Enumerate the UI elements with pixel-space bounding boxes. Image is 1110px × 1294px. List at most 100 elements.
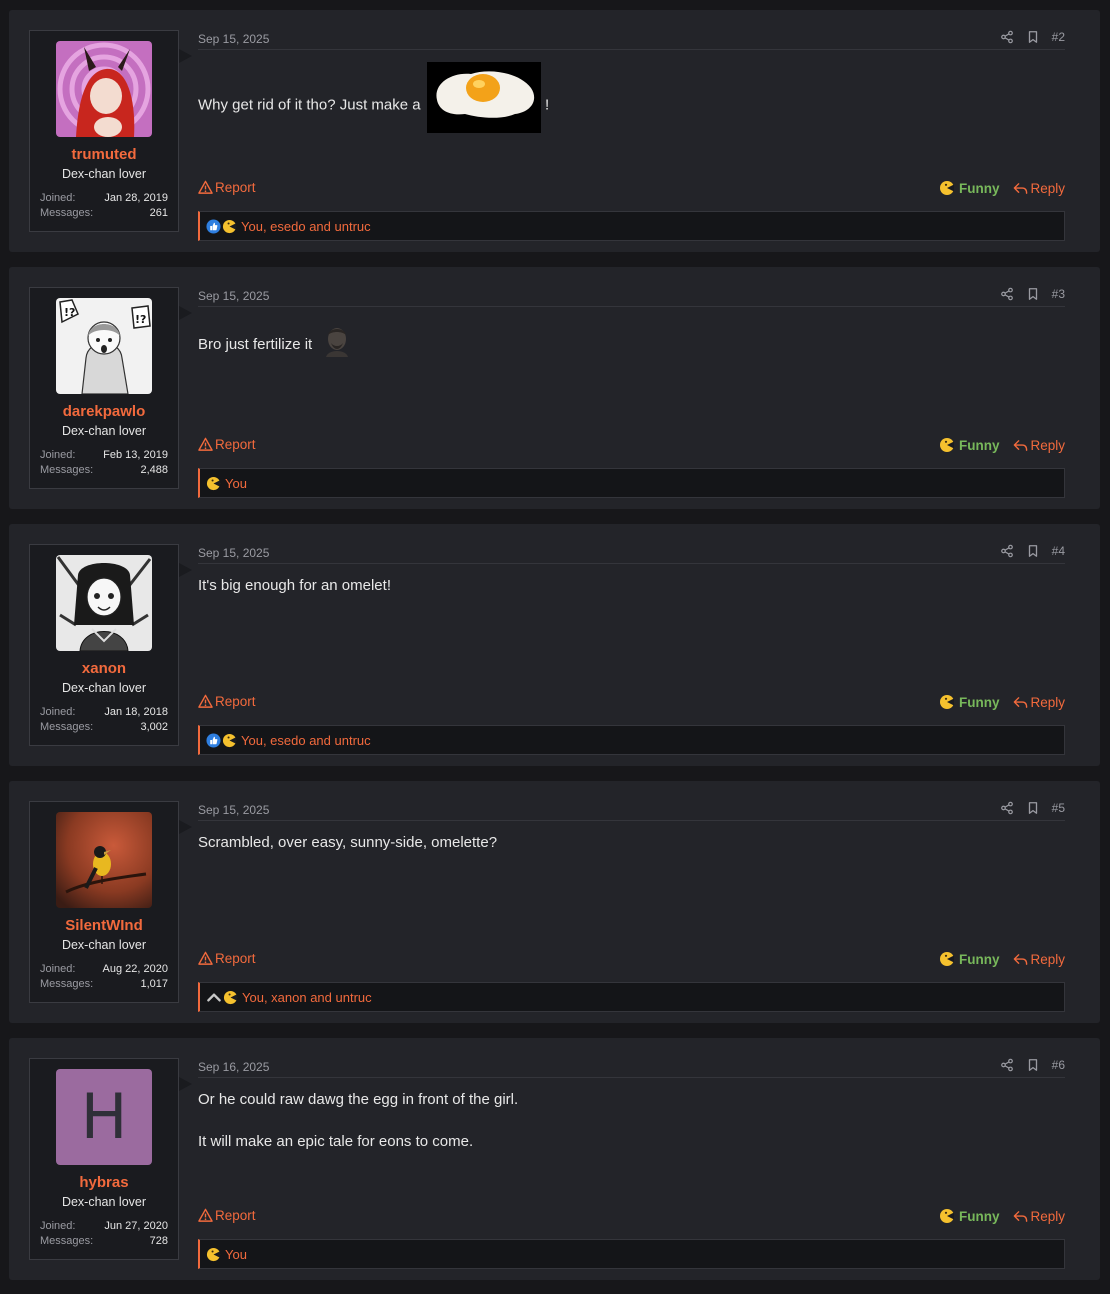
reply-button[interactable]: Reply: [1013, 438, 1065, 453]
report-button[interactable]: Report: [198, 694, 256, 709]
funny-icon: [223, 990, 238, 1005]
bookmark-icon[interactable]: [1026, 287, 1040, 301]
user-card: SilentWInd Dex-chan lover Joined: Aug 22,…: [29, 801, 192, 1003]
funny-button[interactable]: Funny: [939, 1208, 999, 1224]
messages-value: 2,488: [140, 464, 168, 476]
avatar[interactable]: [56, 41, 152, 137]
post-number[interactable]: #4: [1052, 544, 1065, 558]
share-icon[interactable]: [1000, 287, 1014, 301]
post-date[interactable]: Sep 15, 2025: [198, 803, 269, 817]
post-actions: Report Funny Reply: [198, 1206, 1065, 1226]
reactions-bar[interactable]: You: [198, 468, 1065, 498]
bookmark-icon[interactable]: [1026, 30, 1040, 44]
reaction-icons: [206, 1247, 221, 1262]
reactions-bar[interactable]: You: [198, 1239, 1065, 1269]
reactions-text[interactable]: You, esedo and untruc: [241, 219, 371, 234]
reactions-text[interactable]: You, xanon and untruc: [242, 990, 372, 1005]
post-number[interactable]: #3: [1052, 287, 1065, 301]
joined-stat: Joined: Feb 13, 2019: [40, 449, 168, 461]
joined-stat: Joined: Jan 18, 2018: [40, 706, 168, 718]
username[interactable]: SilentWInd: [30, 917, 178, 934]
funny-button[interactable]: Funny: [939, 437, 999, 453]
post-content: Bro just fertilize it: [198, 325, 1065, 361]
user-title: Dex-chan lover: [61, 938, 147, 952]
messages-value: 1,017: [140, 978, 168, 990]
reply-icon: [1013, 181, 1028, 196]
reactions-bar[interactable]: You, esedo and untruc: [198, 725, 1065, 755]
username[interactable]: darekpawlo: [30, 403, 178, 420]
svg-text:!?: !?: [64, 306, 75, 319]
joined-label: Joined:: [40, 1220, 76, 1232]
reaction-icons: [206, 476, 221, 491]
reactions-bar[interactable]: You, esedo and untruc: [198, 211, 1065, 241]
joined-label: Joined:: [40, 449, 76, 461]
reply-icon: [1013, 438, 1028, 453]
post-attribution: Sep 15, 2025 #5: [198, 801, 1065, 821]
warning-icon: [198, 694, 213, 709]
bookmark-icon[interactable]: [1026, 544, 1040, 558]
messages-stat: Messages: 261: [40, 207, 168, 219]
post-attribution: Sep 16, 2025 #6: [198, 1058, 1065, 1078]
reaction-icons: [206, 733, 237, 748]
post-date[interactable]: Sep 15, 2025: [198, 32, 269, 46]
funny-button[interactable]: Funny: [939, 180, 1000, 196]
funny-button[interactable]: Funny: [939, 694, 1000, 710]
post: trumuted Dex-chan lover Joined: Jan 28, 2…: [9, 10, 1100, 252]
share-icon[interactable]: [1000, 30, 1014, 44]
report-label: Report: [215, 951, 256, 966]
report-button[interactable]: Report: [198, 180, 256, 195]
post-tools: #3: [1000, 287, 1065, 301]
post-date[interactable]: Sep 15, 2025: [198, 546, 269, 560]
post-number[interactable]: #6: [1052, 1058, 1065, 1072]
joined-value: Feb 13, 2019: [103, 449, 168, 461]
messages-label: Messages:: [40, 978, 94, 990]
bookmark-icon[interactable]: [1026, 1058, 1040, 1072]
post-text-line: Or he could raw dawg the egg in front of…: [198, 1091, 519, 1108]
avatar[interactable]: [56, 812, 152, 908]
post-text: Bro just fertilize it: [198, 335, 313, 353]
reactions-bar[interactable]: You, xanon and untruc: [198, 982, 1065, 1012]
avatar[interactable]: [56, 555, 152, 651]
username[interactable]: hybras: [30, 1174, 178, 1191]
reply-button[interactable]: Reply: [1013, 952, 1065, 967]
joined-stat: Joined: Jan 28, 2019: [40, 192, 168, 204]
reactions-text[interactable]: You: [225, 1247, 247, 1262]
man-face-emoji: [322, 325, 353, 357]
post-text-end: !: [544, 96, 550, 114]
reply-button[interactable]: Reply: [1013, 1209, 1065, 1224]
post-actions: Report Funny Reply: [198, 435, 1065, 455]
post-attribution: Sep 15, 2025 #4: [198, 544, 1065, 564]
avatar[interactable]: !?!?: [56, 298, 152, 394]
like-icon: [206, 219, 221, 234]
reactions-text[interactable]: You: [225, 476, 247, 491]
funny-label: Funny: [958, 180, 1000, 196]
post-date[interactable]: Sep 15, 2025: [198, 289, 269, 303]
reply-label: Reply: [1030, 694, 1065, 710]
username[interactable]: xanon: [30, 660, 178, 677]
username[interactable]: trumuted: [30, 146, 178, 163]
post-number[interactable]: #5: [1052, 801, 1065, 815]
post-date[interactable]: Sep 16, 2025: [198, 1060, 269, 1074]
report-button[interactable]: Report: [198, 1208, 256, 1223]
post-main: Sep 16, 2025 #6 Or he could raw dawg the…: [198, 1058, 1065, 1269]
reply-button[interactable]: Reply: [1013, 695, 1065, 710]
post-tools: #2: [1000, 30, 1065, 44]
report-button[interactable]: Report: [198, 951, 256, 966]
funny-button[interactable]: Funny: [939, 951, 1000, 967]
reply-button[interactable]: Reply: [1013, 181, 1065, 196]
avatar[interactable]: H: [56, 1069, 152, 1165]
report-label: Report: [215, 437, 256, 452]
post-number[interactable]: #2: [1052, 30, 1065, 44]
share-icon[interactable]: [1000, 544, 1014, 558]
post-attribution: Sep 15, 2025 #2: [198, 30, 1065, 50]
share-icon[interactable]: [1000, 801, 1014, 815]
reactions-text[interactable]: You, esedo and untruc: [241, 733, 371, 748]
funny-label: Funny: [958, 951, 1000, 967]
share-icon[interactable]: [1000, 1058, 1014, 1072]
bookmark-icon[interactable]: [1026, 801, 1040, 815]
report-button[interactable]: Report: [198, 437, 256, 452]
post-tools: #5: [1000, 801, 1065, 815]
funny-label: Funny: [958, 694, 1000, 710]
post-main: Sep 15, 2025 #3 Bro just fertilize it Re…: [198, 287, 1065, 498]
joined-stat: Joined: Jun 27, 2020: [40, 1220, 168, 1232]
